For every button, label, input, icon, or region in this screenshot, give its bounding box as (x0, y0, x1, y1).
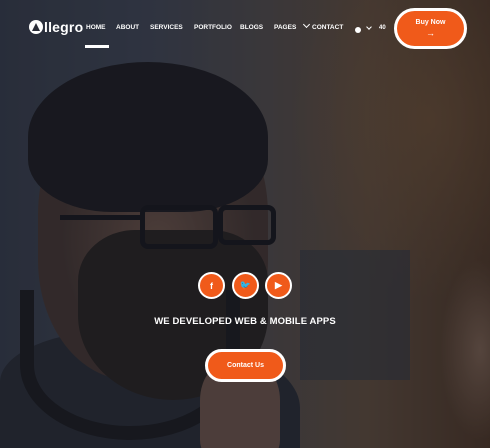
nav-item-home[interactable]: HOME (85, 24, 109, 48)
buy-now-label: Buy Now (415, 19, 446, 26)
buy-now-button[interactable]: Buy Now → (394, 8, 467, 49)
logo-text: llegro (44, 19, 84, 35)
triangle-a-icon (29, 20, 43, 34)
language-selector[interactable]: 40 (379, 25, 386, 31)
youtube-icon[interactable]: ▶ (265, 272, 292, 299)
nav-item-about[interactable]: ABOUT (116, 24, 139, 31)
arrow-right-icon: → (426, 28, 435, 38)
chevron-down-icon (303, 20, 311, 29)
contact-us-button[interactable]: Contact Us (205, 349, 286, 382)
nav-item-portfolio[interactable]: PORTFOLIO (194, 24, 232, 31)
nav-item-pages[interactable]: PAGES (274, 20, 311, 31)
twitter-icon[interactable]: 🐦 (232, 272, 259, 299)
nav-item-blogs[interactable]: BLOGS (240, 24, 263, 31)
search-icon[interactable] (355, 27, 361, 33)
hero-tagline: WE DEVELOPED WEB & MOBILE APPS (154, 316, 336, 327)
facebook-icon[interactable]: f (198, 272, 225, 299)
nav-item-contact[interactable]: CONTACT (312, 24, 343, 31)
chevron-down-icon[interactable] (366, 24, 372, 30)
site-logo[interactable]: llegro (29, 19, 83, 35)
top-navbar: llegro HOME ABOUT SERVICES PORTFOLIO BLO… (0, 0, 490, 56)
nav-item-services[interactable]: SERVICES (150, 24, 183, 31)
nav-item-pages-label: PAGES (274, 24, 297, 31)
